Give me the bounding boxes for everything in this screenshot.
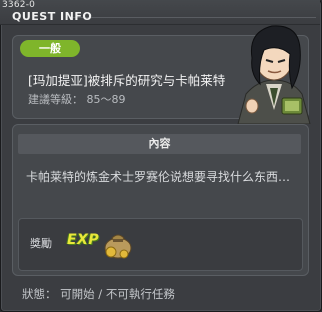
quest-id: 3362-0 bbox=[2, 0, 36, 10]
quest-status: 狀態： 可開始 / 不可執行任務 bbox=[22, 287, 175, 301]
category-badge: 一般 bbox=[20, 40, 80, 57]
quest-name: [玛加提亚]被排斥的研究与卡帕莱特 bbox=[28, 73, 226, 88]
recommended-level: 建議等級： 85～89 bbox=[28, 93, 126, 106]
meso-bag-icon bbox=[104, 234, 132, 259]
reward-box bbox=[18, 218, 303, 271]
quest-description: 卡帕莱特的炼金术士罗赛伦说想要寻找什么东西… bbox=[26, 170, 291, 184]
content-section-header: 內容 bbox=[18, 134, 301, 154]
exp-icon: EXP bbox=[67, 232, 100, 248]
npc-portrait-icon bbox=[237, 25, 311, 124]
window-title: QUEST INFO bbox=[12, 10, 93, 23]
reward-label: 獎勵 bbox=[30, 237, 52, 250]
